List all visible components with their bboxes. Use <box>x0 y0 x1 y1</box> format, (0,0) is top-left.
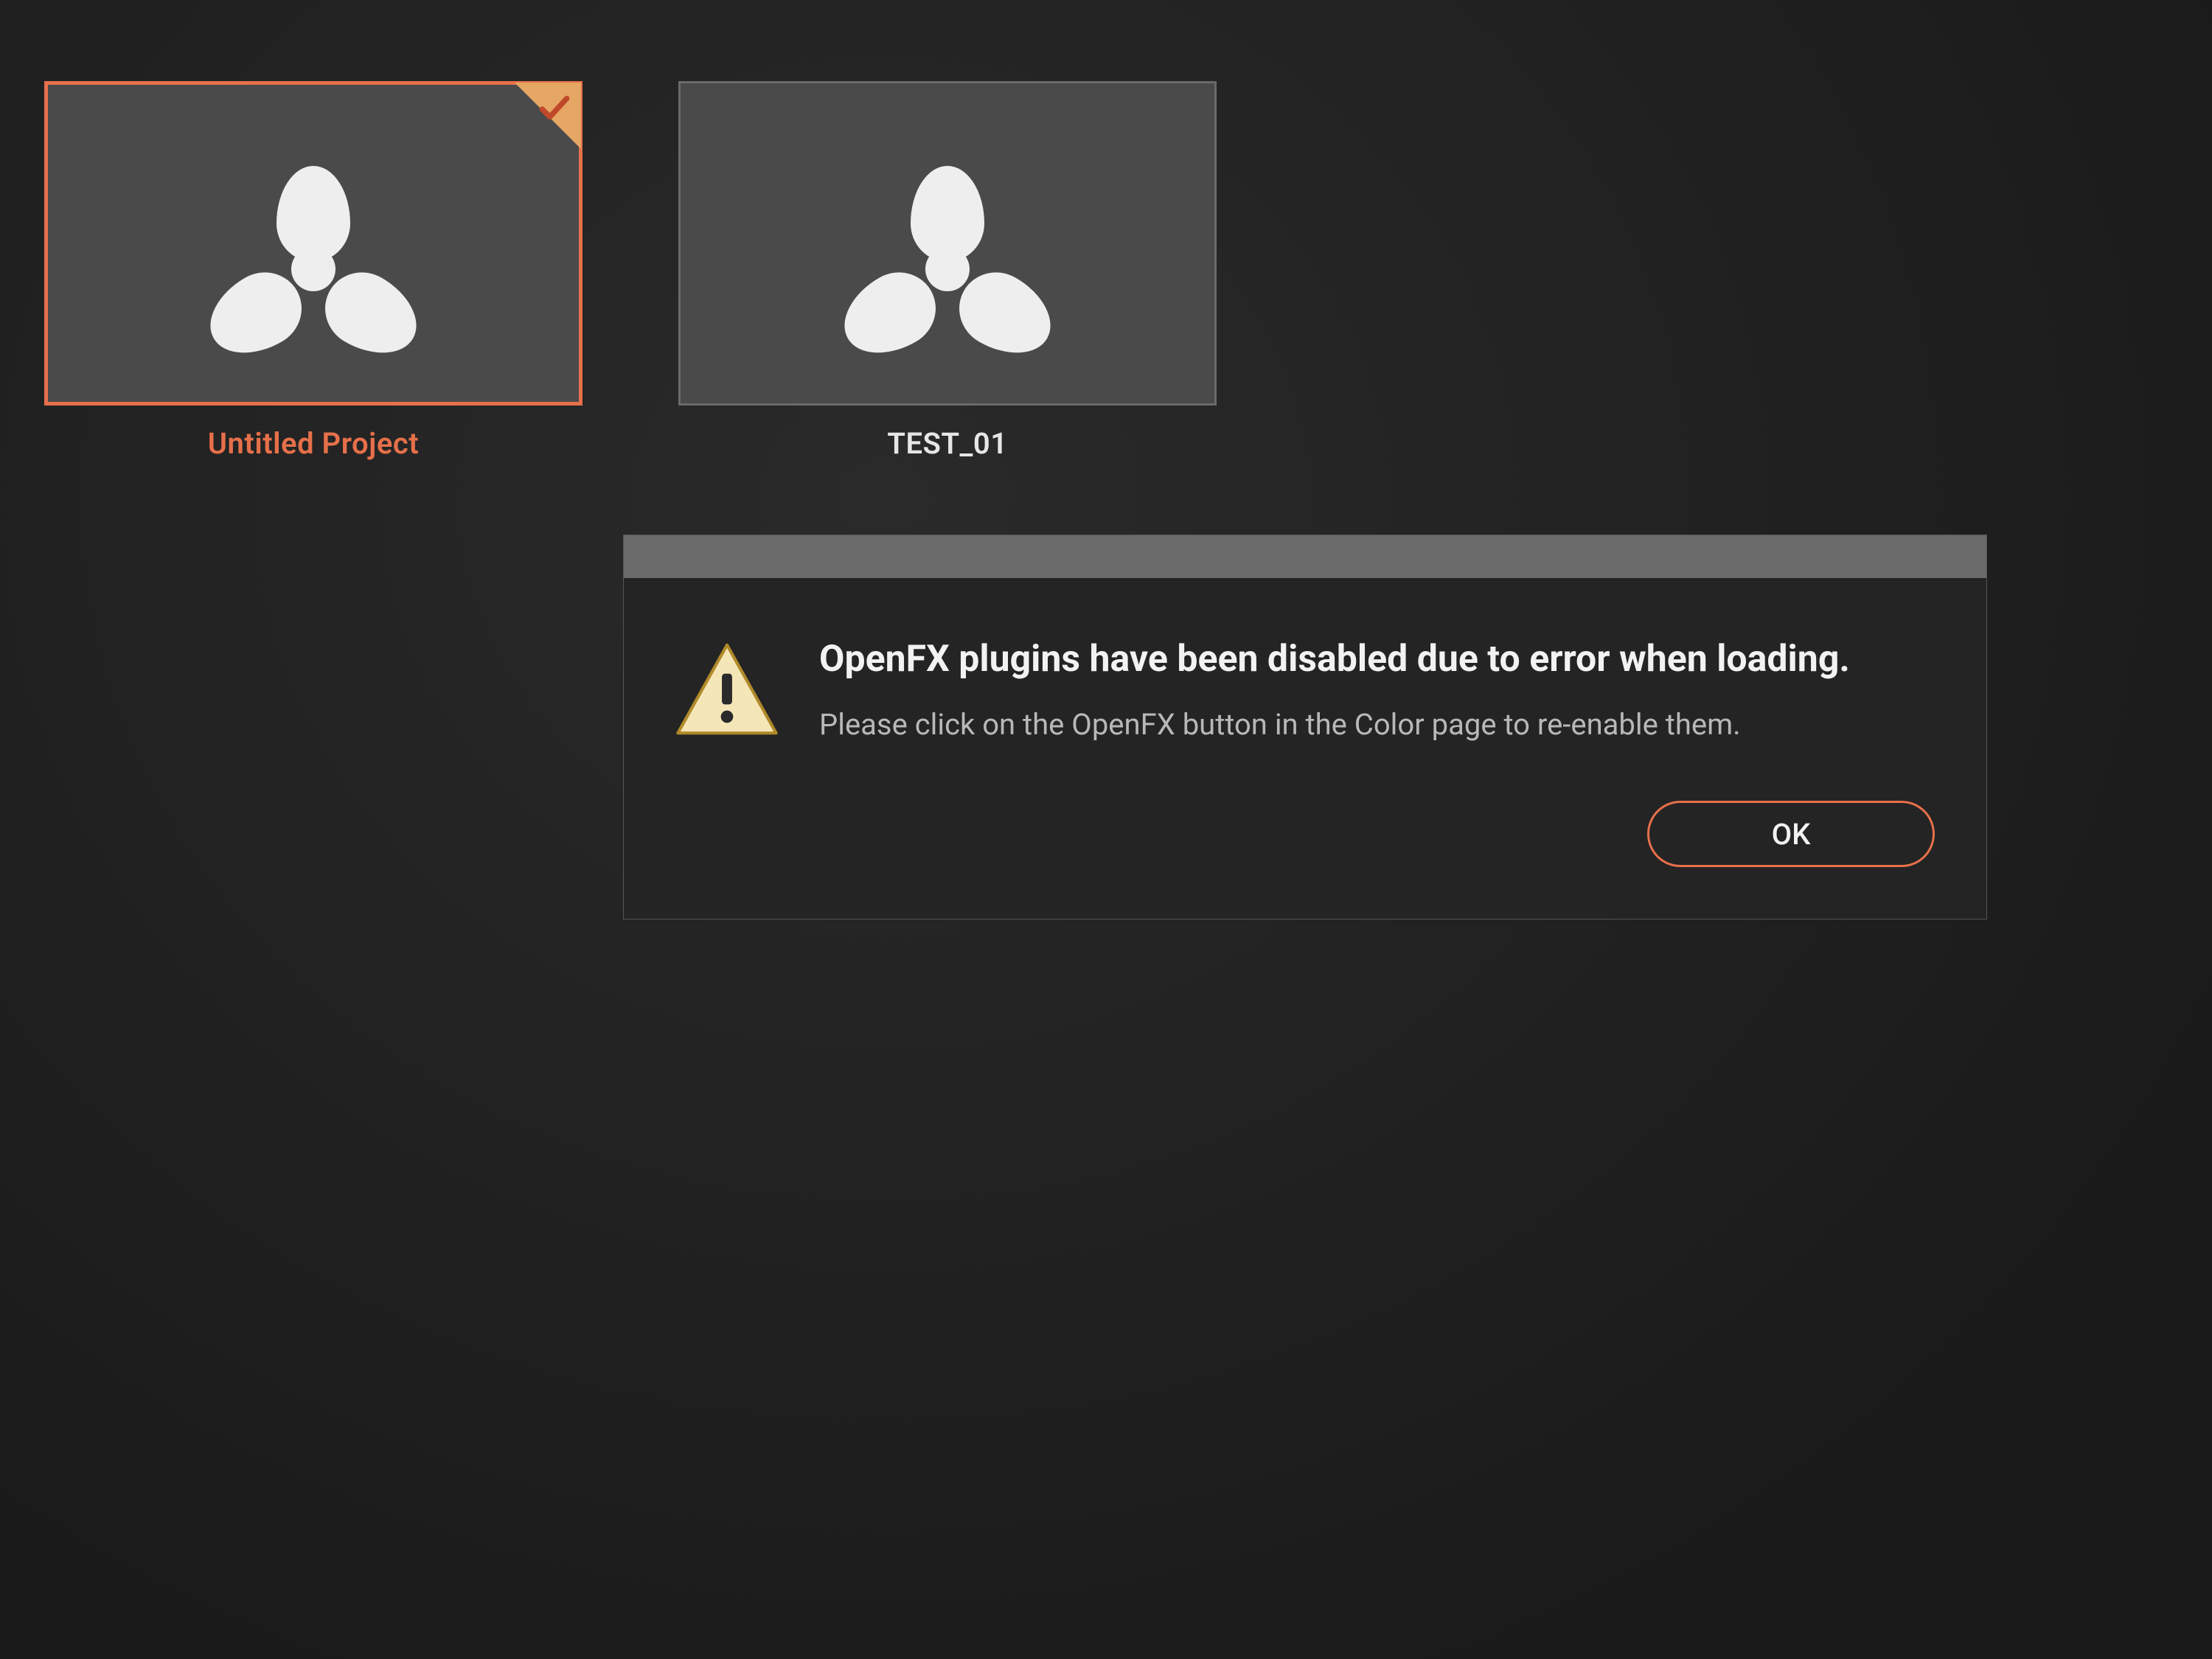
dialog-body: OpenFX plugins have been disabled due to… <box>624 578 1986 771</box>
project-label: Untitled Project <box>208 426 419 461</box>
ok-button[interactable]: OK <box>1647 801 1935 867</box>
check-icon <box>536 89 573 126</box>
dialog-heading: OpenFX plugins have been disabled due to… <box>819 636 1935 684</box>
ok-button-label: OK <box>1772 817 1811 852</box>
project-thumbnail[interactable] <box>678 81 1217 406</box>
warning-icon <box>675 636 779 745</box>
resolve-logo-icon <box>236 166 391 321</box>
project-grid: Untitled Project TEST_01 <box>44 81 1217 461</box>
warning-dialog: OpenFX plugins have been disabled due to… <box>623 535 1987 919</box>
project-label: TEST_01 <box>887 426 1007 461</box>
dialog-description: Please click on the OpenFX button in the… <box>819 704 1935 745</box>
resolve-logo-icon <box>870 166 1025 321</box>
project-item-test01[interactable]: TEST_01 <box>678 81 1217 461</box>
dialog-titlebar[interactable] <box>624 535 1986 578</box>
project-manager-window: Untitled Project TEST_01 <box>0 0 2212 1659</box>
dialog-text: OpenFX plugins have been disabled due to… <box>819 636 1935 745</box>
project-thumbnail[interactable] <box>44 81 582 406</box>
dialog-footer: OK <box>624 771 1986 919</box>
project-item-untitled[interactable]: Untitled Project <box>44 81 582 461</box>
